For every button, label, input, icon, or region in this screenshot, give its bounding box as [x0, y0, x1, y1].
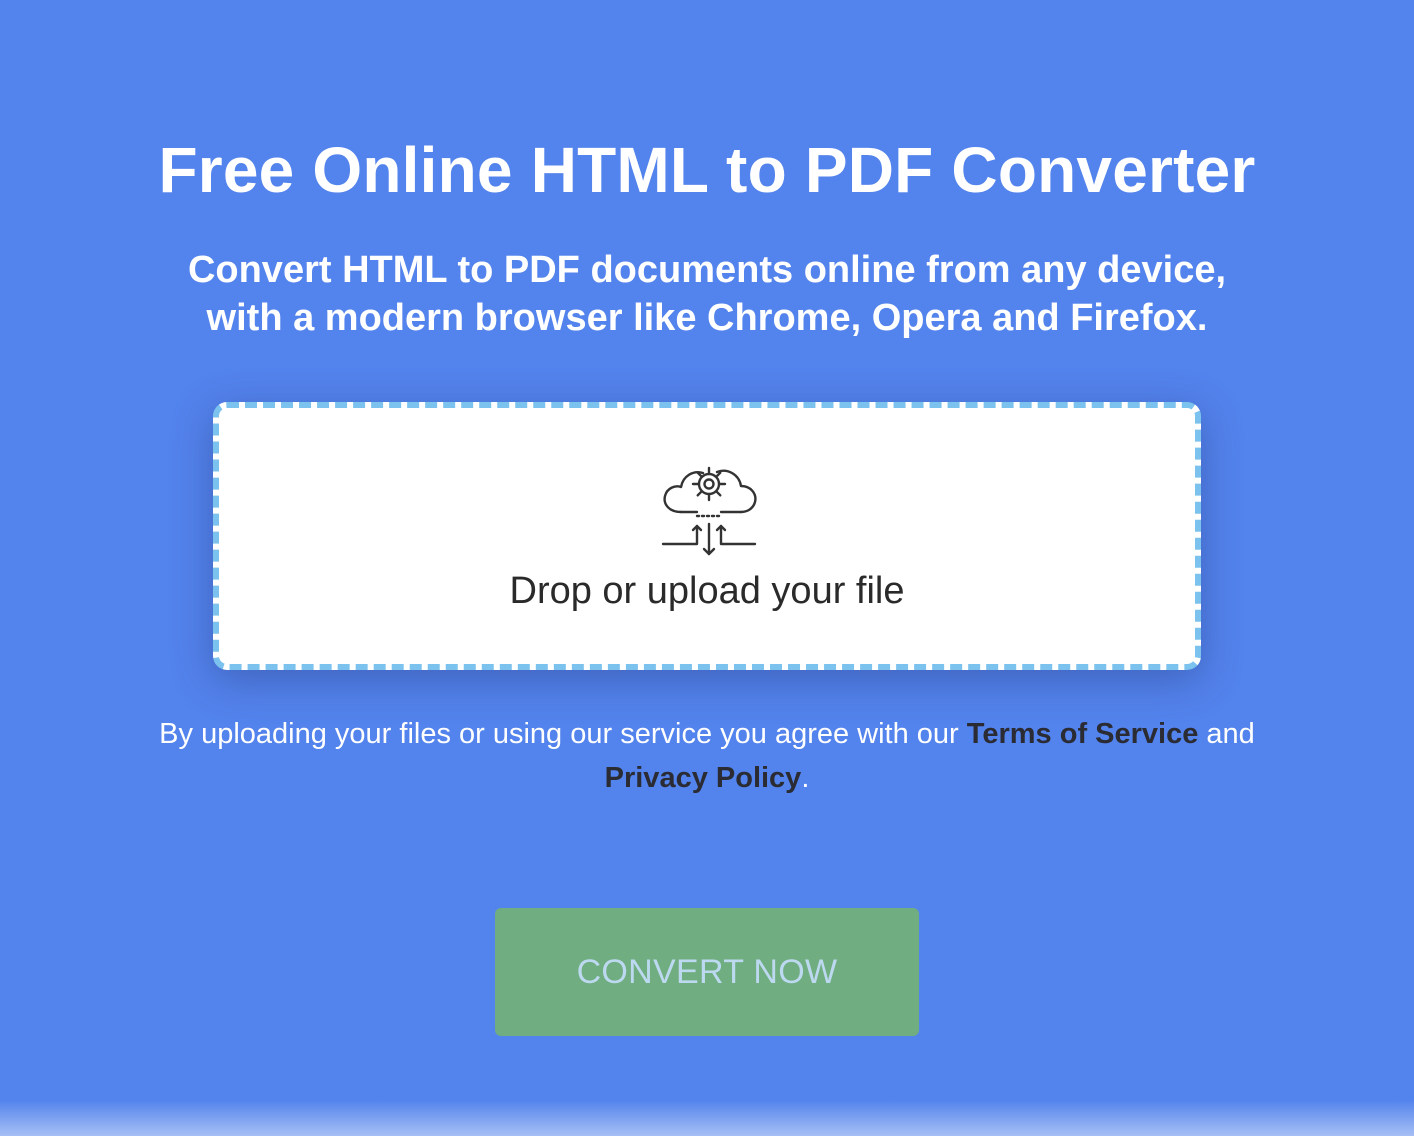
convert-now-button[interactable]: CONVERT NOW: [495, 908, 919, 1036]
subtitle-line-2: with a modern browser like Chrome, Opera…: [206, 297, 1208, 339]
terms-prefix: By uploading your files or using our ser…: [159, 718, 967, 750]
page: Free Online HTML to PDF Converter Conver…: [0, 0, 1414, 1136]
terms-middle: and: [1198, 718, 1255, 750]
privacy-policy-link[interactable]: Privacy Policy: [605, 762, 802, 794]
file-dropzone[interactable]: Drop or upload your file: [213, 402, 1201, 670]
terms-notice: By uploading your files or using our ser…: [80, 712, 1334, 800]
cloud-gear-upload-icon: [661, 466, 757, 556]
subtitle-line-1: Convert HTML to PDF documents online fro…: [187, 249, 1227, 291]
page-title: Free Online HTML to PDF Converter: [158, 134, 1256, 206]
bottom-fade: [0, 1100, 1414, 1136]
terms-suffix: .: [801, 762, 810, 794]
page-subtitle: Convert HTML to PDF documents online fro…: [0, 246, 1414, 342]
dropzone-label: Drop or upload your file: [509, 570, 905, 612]
terms-of-service-link[interactable]: Terms of Service: [967, 718, 1199, 750]
